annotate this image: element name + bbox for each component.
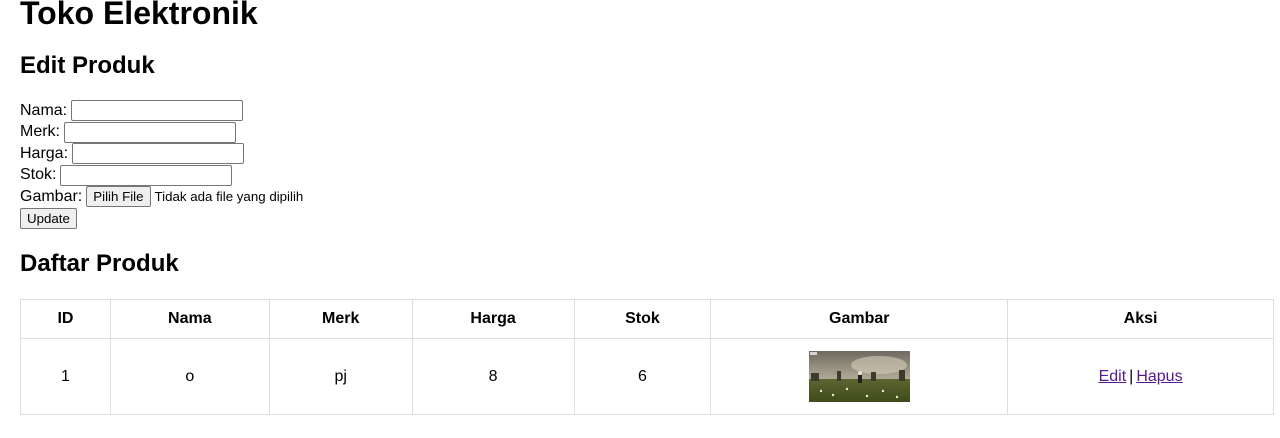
gambar-row: Gambar: Pilih File Tidak ada file yang d… <box>20 186 303 208</box>
cell-id: 1 <box>20 338 111 415</box>
column-header-aksi: Aksi <box>1007 299 1274 339</box>
table-row: 1 o pj 8 6 Edit | Hapus <box>20 338 1274 415</box>
stok-input[interactable] <box>60 164 233 186</box>
submit-row: Update <box>20 208 303 230</box>
column-header-stok: Stok <box>573 299 712 339</box>
cell-nama: o <box>109 338 270 415</box>
nama-input[interactable] <box>71 100 244 122</box>
choose-file-button[interactable]: Pilih File <box>86 186 151 208</box>
column-header-gambar: Gambar <box>710 299 1009 339</box>
stok-row: Stok: <box>20 164 303 187</box>
stok-label: Stok: <box>20 166 57 184</box>
product-list-heading: Daftar Produk <box>20 250 179 277</box>
merk-row: Merk: <box>20 121 303 144</box>
update-button[interactable]: Update <box>20 208 77 230</box>
page: Toko Elektronik Edit Produk Nama: Merk: … <box>0 0 1280 438</box>
harga-label: Harga: <box>20 144 69 162</box>
gambar-label: Gambar: <box>20 187 83 205</box>
cell-stok: 6 <box>573 338 712 415</box>
product-image <box>808 351 910 402</box>
harga-input[interactable] <box>72 143 245 165</box>
merk-label: Merk: <box>20 123 60 141</box>
harga-row: Harga: <box>20 143 303 165</box>
column-header-harga: Harga <box>411 299 575 339</box>
action-separator: | <box>1129 367 1134 385</box>
cell-harga: 8 <box>411 338 575 415</box>
delete-link[interactable]: Hapus <box>1136 368 1182 385</box>
cell-merk: pj <box>268 338 413 415</box>
product-table: ID Nama Merk Harga Stok Gambar Aksi 1 o … <box>20 299 1274 415</box>
app-title: Toko Elektronik <box>20 0 258 31</box>
column-header-nama: Nama <box>109 299 270 339</box>
edit-heading: Edit Produk <box>20 52 155 79</box>
file-status-text: Tidak ada file yang dipilih <box>154 189 304 205</box>
edit-product-form: Nama: Merk: Harga: Stok: Gambar: Pilih F… <box>20 100 303 230</box>
cell-gambar <box>710 338 1009 415</box>
table-header-row: ID Nama Merk Harga Stok Gambar Aksi <box>20 299 1274 339</box>
column-header-merk: Merk <box>268 299 413 339</box>
column-header-id: ID <box>20 299 111 339</box>
nama-row: Nama: <box>20 100 303 122</box>
edit-link[interactable]: Edit <box>1099 368 1127 385</box>
merk-input[interactable] <box>64 121 236 143</box>
nama-label: Nama: <box>20 101 68 119</box>
cell-aksi: Edit | Hapus <box>1007 338 1274 415</box>
